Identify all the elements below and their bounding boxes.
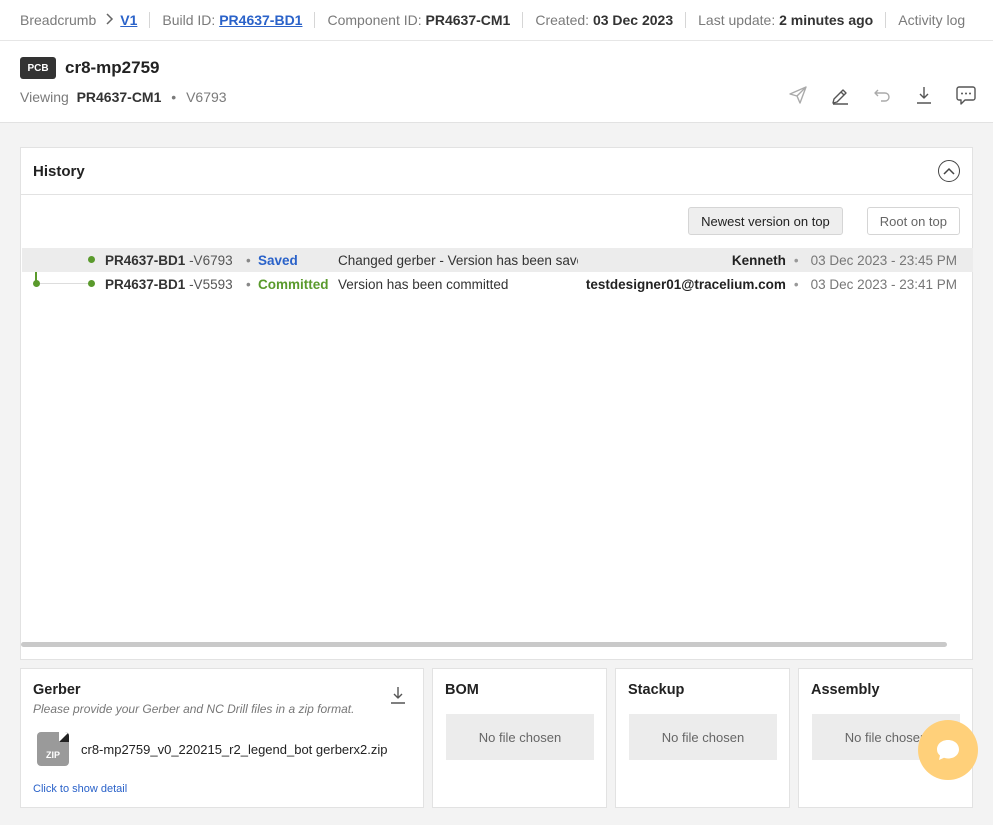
top-breadcrumb-bar: Breadcrumb V1 Build ID: PR4637-BD1 Compo…: [0, 0, 993, 41]
row-message: Version has been committed: [338, 276, 509, 292]
history-title: History: [33, 162, 85, 180]
component-id-value: PR4637-CM1: [425, 12, 511, 28]
dot-separator: •: [246, 252, 251, 268]
created-value: 03 Dec 2023: [592, 12, 674, 28]
row-version: -V6793: [189, 252, 233, 268]
collapse-button[interactable]: [938, 160, 960, 182]
chevron-up-icon: [943, 167, 955, 175]
undo-icon[interactable]: [871, 84, 893, 106]
chevron-right-icon: [106, 12, 114, 28]
divider: [522, 12, 524, 28]
gerber-subtitle: Please provide your Gerber and NC Drill …: [33, 702, 355, 716]
gerber-title: Gerber: [33, 682, 81, 698]
zip-file-icon: ZIP: [37, 732, 69, 766]
divider: [314, 12, 316, 28]
row-build-id: PR4637-BD1 -V6793: [105, 253, 233, 268]
bom-file-picker[interactable]: No file chosen: [446, 714, 594, 760]
bom-title: BOM: [445, 682, 479, 698]
header-actions: [787, 84, 977, 106]
row-status-committed: Committed: [258, 276, 329, 292]
comment-icon[interactable]: [955, 84, 977, 106]
row-status-dot: [88, 280, 95, 287]
horizontal-scrollbar[interactable]: [21, 642, 947, 647]
last-update-label: Last update:: [698, 12, 776, 28]
chat-bubble-icon: [937, 740, 959, 760]
show-detail-link[interactable]: Click to show detail: [33, 783, 127, 795]
row-id: PR4637-BD1: [105, 252, 186, 268]
stackup-file-picker[interactable]: No file chosen: [629, 714, 777, 760]
row-datetime: 03 Dec 2023 - 23:45 PM: [810, 252, 957, 268]
edit-icon[interactable]: [829, 84, 851, 106]
row-datetime: 03 Dec 2023 - 23:41 PM: [810, 276, 957, 292]
stackup-card: Stackup No file chosen: [615, 668, 790, 808]
row-message: Changed gerber - Version has been saved: [338, 252, 578, 268]
dot-separator: •: [171, 89, 177, 105]
assembly-title: Assembly: [811, 682, 880, 698]
gerber-filename[interactable]: cr8-mp2759_v0_220215_r2_legend_bot gerbe…: [81, 742, 387, 757]
chat-widget-button[interactable]: [918, 720, 978, 780]
download-icon[interactable]: [913, 84, 935, 106]
dot-separator: •: [793, 276, 799, 292]
history-row[interactable]: PR4637-BD1 -V6793 • Saved Changed gerber…: [22, 248, 973, 272]
send-icon[interactable]: [787, 84, 809, 106]
row-status-dot: [88, 256, 95, 263]
newest-on-top-button[interactable]: Newest version on top: [688, 207, 843, 235]
zip-label: ZIP: [45, 750, 60, 760]
dot-separator: •: [246, 276, 251, 292]
row-version: -V5593: [189, 276, 233, 292]
bom-card: BOM No file chosen: [432, 668, 607, 808]
row-meta: testdesigner01@tracelium.com • 03 Dec 2023…: [586, 277, 957, 292]
created-label: Created:: [535, 12, 590, 28]
row-build-id: PR4637-BD1 -V5593: [105, 277, 233, 292]
history-panel: History Newest version on top Root on to…: [20, 147, 973, 660]
last-update-value: 2 minutes ago: [779, 12, 874, 28]
build-id-label: Build ID:: [162, 12, 216, 28]
gerber-card: Gerber Please provide your Gerber and NC…: [20, 668, 424, 808]
divider: [885, 12, 887, 28]
row-id: PR4637-BD1: [105, 276, 186, 292]
divider: [149, 12, 151, 28]
root-on-top-button[interactable]: Root on top: [866, 207, 960, 235]
breadcrumb-label[interactable]: Breadcrumb: [20, 12, 96, 28]
row-meta: Kenneth • 03 Dec 2023 - 23:45 PM: [732, 253, 957, 268]
build-id-link[interactable]: PR4637-BD1: [219, 12, 302, 28]
pcb-badge: PCB: [20, 57, 56, 79]
dot-separator: •: [793, 252, 799, 268]
download-icon[interactable]: [389, 685, 407, 708]
divider: [685, 12, 687, 28]
stackup-title: Stackup: [628, 682, 685, 698]
activity-log-link[interactable]: Activity log: [898, 12, 965, 28]
row-user: testdesigner01@tracelium.com: [585, 276, 786, 292]
viewing-info: Viewing PR4637-CM1 • V6793: [20, 89, 227, 105]
viewing-version: V6793: [186, 89, 227, 105]
sort-buttons: Newest version on top Root on top: [688, 207, 960, 235]
component-id-label: Component ID:: [327, 12, 422, 28]
viewing-label: Viewing: [20, 89, 69, 105]
viewing-component: PR4637-CM1: [76, 89, 162, 105]
history-header: History: [21, 148, 972, 195]
row-user: Kenneth: [731, 252, 786, 268]
page-header: PCB cr8-mp2759 Viewing PR4637-CM1 • V679…: [0, 41, 993, 123]
row-status-saved: Saved: [258, 252, 298, 268]
history-row[interactable]: PR4637-BD1 -V5593 • Committed Version ha…: [22, 272, 973, 296]
page-title: cr8-mp2759: [65, 58, 160, 77]
version-link[interactable]: V1: [120, 12, 137, 28]
